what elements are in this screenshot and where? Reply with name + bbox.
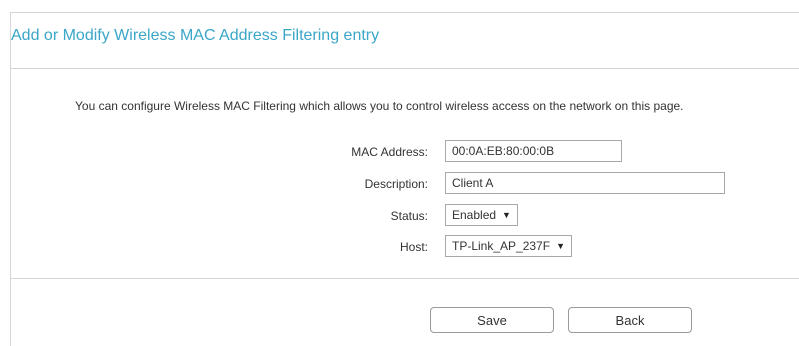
- mac-address-label: MAC Address:: [351, 145, 428, 159]
- host-select[interactable]: TP-Link_AP_237F ▼: [445, 235, 572, 257]
- mac-address-row: MAC Address:: [11, 140, 799, 164]
- back-button[interactable]: Back: [568, 307, 692, 333]
- description-row: Description:: [11, 172, 799, 196]
- host-label: Host:: [399, 240, 428, 254]
- host-select-value: TP-Link_AP_237F: [452, 239, 551, 253]
- panel-header: Add or Modify Wireless MAC Address Filte…: [11, 13, 799, 69]
- save-button[interactable]: Save: [430, 307, 554, 333]
- host-row: Host: TP-Link_AP_237F ▼: [11, 235, 799, 259]
- intro-text: You can configure Wireless MAC Filtering…: [75, 99, 684, 113]
- description-label: Description:: [364, 177, 428, 191]
- mac-address-input[interactable]: [445, 140, 622, 162]
- status-select-value: Enabled: [452, 208, 497, 222]
- status-label: Status:: [390, 209, 428, 223]
- status-select[interactable]: Enabled ▼: [445, 204, 518, 226]
- chevron-down-icon: ▼: [556, 241, 565, 251]
- chevron-down-icon: ▼: [502, 210, 511, 220]
- mac-filter-panel: Add or Modify Wireless MAC Address Filte…: [10, 12, 799, 346]
- description-input[interactable]: [445, 172, 725, 194]
- status-row: Status: Enabled ▼: [11, 204, 799, 228]
- divider: [11, 278, 799, 279]
- page-title: Add or Modify Wireless MAC Address Filte…: [11, 27, 380, 44]
